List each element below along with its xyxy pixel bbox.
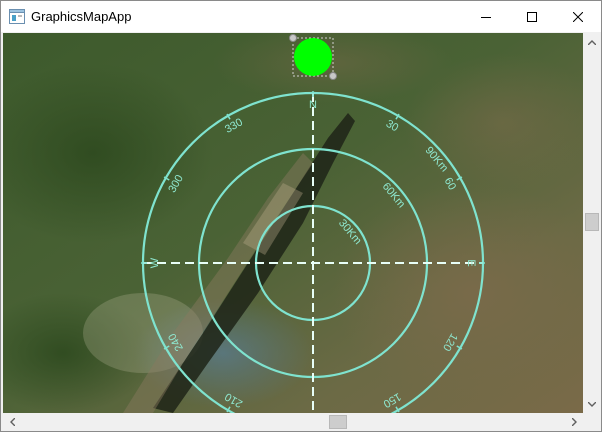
chevron-left-icon[interactable] [3,413,21,431]
scrollbar-corner [583,413,601,431]
vertical-scrollbar[interactable] [583,33,601,413]
compass-label: W [149,257,161,268]
window-title: GraphicsMapApp [31,9,132,24]
resize-handle-bottom-right[interactable] [329,72,337,80]
green-marker-circle[interactable] [294,38,332,76]
map-canvas[interactable]: N3060E120150S210240W30033030Km60Km90Km [3,33,583,413]
minimize-icon [481,16,491,18]
close-button[interactable] [555,1,601,32]
compass-label: N [309,99,317,111]
app-icon [9,9,25,24]
chevron-right-icon[interactable] [565,413,583,431]
horizontal-scrollbar[interactable] [3,413,583,431]
app-window: GraphicsMapApp N 30 60 E 120 150 210 240… [0,0,602,432]
chevron-down-icon[interactable] [583,395,601,413]
satellite-imagery [3,33,583,413]
close-icon [573,11,583,22]
vertical-scroll-thumb[interactable] [585,213,599,231]
map-view[interactable]: N3060E120150S210240W30033030Km60Km90Km [3,33,583,413]
chevron-up-icon[interactable] [583,33,601,51]
maximize-button[interactable] [509,1,555,32]
horizontal-scroll-thumb[interactable] [329,415,347,429]
compass-label: E [465,259,477,266]
title-bar[interactable]: GraphicsMapApp [1,1,601,32]
maximize-icon [527,11,537,22]
minimize-button[interactable] [463,1,509,32]
resize-handle-top-left[interactable] [289,34,297,42]
